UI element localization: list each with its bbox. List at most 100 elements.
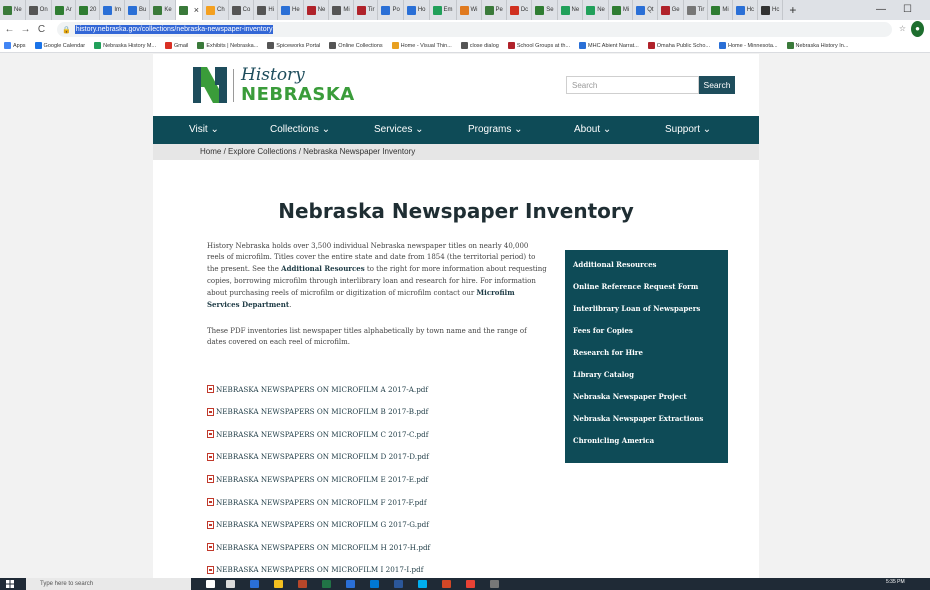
sidebar-link[interactable]: Online Reference Request Form — [573, 282, 698, 291]
browser-tab[interactable]: Mi — [609, 0, 634, 20]
cortana-icon[interactable] — [206, 580, 215, 588]
nav-item-0[interactable]: Visit ⌄ — [189, 116, 219, 144]
sidebar-link[interactable]: Library Catalog — [573, 370, 634, 379]
sidebar-heading[interactable]: Additional Resources — [573, 260, 656, 269]
bookmark-item[interactable]: School Groups at th... — [507, 42, 570, 49]
browser-tab[interactable]: Tir — [684, 0, 709, 20]
browser-tab[interactable]: Dc — [507, 0, 533, 20]
bookmark-item[interactable]: Online Collections — [329, 42, 383, 49]
sidebar-link[interactable]: Interlibrary Loan of Newspapers — [573, 304, 700, 313]
pdf-link[interactable]: NEBRASKA NEWSPAPERS ON MICROFILM G 2017-… — [207, 519, 429, 531]
bookmark-star-icon[interactable]: ☆ — [896, 21, 909, 37]
bookmark-item[interactable]: Google Calendar — [34, 42, 85, 49]
sidebar-link[interactable]: Nebraska Newspaper Project — [573, 392, 687, 401]
browser-tab[interactable]: 20 — [76, 0, 101, 20]
bookmark-item[interactable]: Nebraska History In... — [786, 42, 848, 49]
sidebar-link[interactable]: Chronicling America — [573, 436, 654, 445]
bookmark-item[interactable]: Spiceworks Portal — [267, 42, 320, 49]
pdf-link[interactable]: NEBRASKA NEWSPAPERS ON MICROFILM B 2017-… — [207, 406, 428, 418]
bookmark-item[interactable]: close dialog — [460, 42, 499, 49]
sidebar-link[interactable]: Nebraska Newspaper Extractions — [573, 414, 703, 423]
breadcrumb[interactable]: Home / Explore Collections / Nebraska Ne… — [200, 147, 415, 156]
pdf-link[interactable]: NEBRASKA NEWSPAPERS ON MICROFILM E 2017-… — [207, 473, 428, 485]
extension-icon[interactable]: ● — [911, 21, 924, 37]
browser-tab[interactable]: Se — [532, 0, 558, 20]
task-view-icon[interactable] — [226, 580, 235, 588]
address-bar[interactable]: 🔒 history.nebraska.gov/collections/nebra… — [57, 22, 892, 37]
nav-item-2[interactable]: Services ⌄ — [374, 116, 424, 144]
browser-tab[interactable]: Tir — [354, 0, 379, 20]
bookmark-item[interactable]: Apps — [4, 42, 26, 49]
browser-tab[interactable]: × — [175, 0, 203, 20]
browser-tab[interactable]: Im — [100, 0, 126, 20]
browser-tab[interactable]: Ne — [558, 0, 584, 20]
browser-tab[interactable]: Ke — [150, 0, 176, 20]
windows-start-icon[interactable] — [6, 580, 14, 588]
pdf-link[interactable]: NEBRASKA NEWSPAPERS ON MICROFILM C 2017-… — [207, 428, 428, 440]
bookmark-item[interactable]: Exhibits | Nebraska... — [197, 42, 258, 49]
sidebar-link[interactable]: Fees for Copies — [573, 326, 633, 335]
nav-item-3[interactable]: Programs ⌄ — [468, 116, 523, 144]
excel-icon[interactable] — [322, 580, 331, 588]
file-explorer-icon[interactable] — [274, 580, 283, 588]
reload-button[interactable]: C — [35, 24, 48, 35]
browser-tab[interactable]: Ho — [404, 0, 430, 20]
site-search-button[interactable]: Search — [699, 76, 735, 94]
browser-tab[interactable]: Ge — [658, 0, 684, 20]
access-icon[interactable] — [298, 580, 307, 588]
bookmark-item[interactable]: MHC Abient Narrat... — [579, 42, 639, 49]
chrome-icon[interactable] — [466, 580, 475, 588]
pdf-link[interactable]: NEBRASKA NEWSPAPERS ON MICROFILM A 2017-… — [207, 383, 428, 395]
new-tab-button[interactable]: + — [783, 3, 802, 17]
pdf-link[interactable]: NEBRASKA NEWSPAPERS ON MICROFILM D 2017-… — [207, 451, 429, 463]
browser-tab[interactable]: Hi — [254, 0, 279, 20]
browser-tab[interactable]: Ch — [203, 0, 229, 20]
nav-item-5[interactable]: Support ⌄ — [665, 116, 711, 144]
browser-tab[interactable]: Co — [229, 0, 255, 20]
tab-close-icon[interactable]: × — [194, 5, 199, 15]
skype-icon[interactable] — [418, 580, 427, 588]
ie-icon[interactable] — [346, 580, 355, 588]
bookmark-item[interactable]: Home - Visual Thin... — [391, 42, 452, 49]
edge-icon[interactable] — [250, 580, 259, 588]
browser-tab[interactable]: Pe — [482, 0, 507, 20]
additional-resources-link[interactable]: Additional Resources — [281, 264, 364, 273]
sidebar-link[interactable]: Research for Hire — [573, 348, 643, 357]
browser-tab[interactable]: Ne — [0, 0, 26, 20]
browser-tab[interactable]: He — [278, 0, 304, 20]
bookmark-item[interactable]: Gmail — [165, 42, 188, 49]
browser-tab[interactable]: Mi — [329, 0, 354, 20]
photos-icon[interactable] — [490, 580, 499, 588]
browser-tab[interactable]: On — [26, 0, 52, 20]
site-search-input[interactable]: Search — [566, 76, 699, 94]
pdf-link[interactable]: NEBRASKA NEWSPAPERS ON MICROFILM I 2017-… — [207, 564, 423, 576]
browser-tab[interactable]: Hc — [758, 0, 784, 20]
powerpoint-icon[interactable] — [442, 580, 451, 588]
browser-tab[interactable]: Ar — [52, 0, 76, 20]
taskbar-search-input[interactable]: Type here to search — [26, 578, 191, 590]
back-button[interactable]: ← — [3, 24, 16, 35]
maximize-button[interactable]: ☐ — [903, 0, 912, 20]
browser-tab[interactable]: Hc — [733, 0, 759, 20]
taskbar-clock[interactable]: 5:35 PM — [886, 579, 905, 585]
browser-tab[interactable]: Mi — [708, 0, 733, 20]
bookmark-item[interactable]: Omaha Public Scho... — [647, 42, 710, 49]
bookmark-item[interactable]: Nebraska History M... — [94, 42, 156, 49]
browser-tab[interactable]: Ne — [304, 0, 330, 20]
nav-item-1[interactable]: Collections ⌄ — [270, 116, 330, 144]
nav-item-4[interactable]: About ⌄ — [574, 116, 611, 144]
url-text[interactable]: history.nebraska.gov/collections/nebrask… — [74, 25, 274, 34]
browser-tab[interactable]: Em — [430, 0, 457, 20]
browser-tab[interactable]: Qt — [633, 0, 658, 20]
browser-tab[interactable]: Ne — [583, 0, 609, 20]
history-nebraska-logo[interactable]: History NEBRASKA — [193, 65, 368, 106]
outlook-icon[interactable] — [370, 580, 379, 588]
minimize-button[interactable]: — — [876, 0, 886, 20]
browser-tab[interactable]: Po — [378, 0, 404, 20]
browser-tab[interactable]: Wi — [457, 0, 482, 20]
forward-button[interactable]: → — [19, 24, 32, 35]
pdf-link[interactable]: NEBRASKA NEWSPAPERS ON MICROFILM H 2017-… — [207, 541, 430, 553]
word-icon[interactable] — [394, 580, 403, 588]
bookmark-item[interactable]: Home - Minnesota... — [718, 42, 778, 49]
browser-tab[interactable]: Bu — [125, 0, 151, 20]
